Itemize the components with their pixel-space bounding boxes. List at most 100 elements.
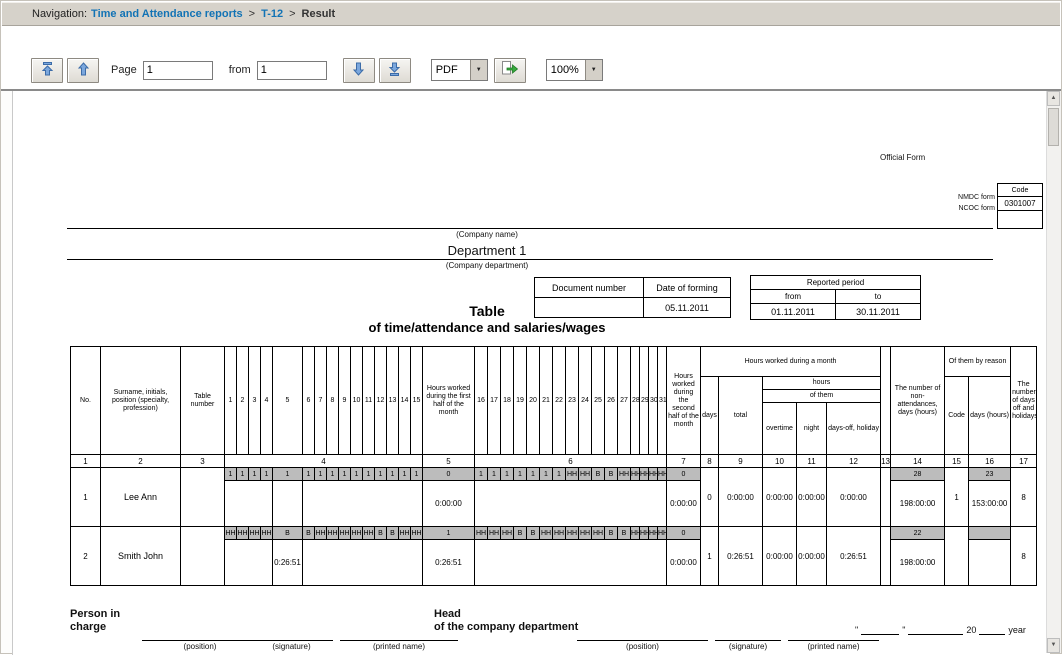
signature-line	[577, 628, 708, 641]
arrow-down-icon	[352, 62, 365, 79]
blank-line	[861, 623, 899, 635]
day-mark: HH	[540, 527, 553, 540]
page-input[interactable]	[143, 61, 213, 80]
day-mark: HH	[399, 527, 411, 540]
nav-label: Navigation:	[32, 8, 87, 20]
nav-link-time-attendance-reports[interactable]: Time and Attendance reports	[91, 8, 243, 20]
header-day: 14	[399, 347, 411, 455]
department-name: Department 1	[67, 243, 907, 258]
reason-code	[945, 527, 969, 586]
day-mark: B	[592, 468, 605, 481]
first-page-button[interactable]	[31, 58, 63, 83]
header-day: 23	[566, 347, 579, 455]
header-night: night	[797, 403, 827, 455]
header-days-off: days-off, holiday	[827, 403, 881, 455]
total-pages-input[interactable]	[257, 61, 327, 80]
header-day: 16	[475, 347, 488, 455]
department-caption: (Company department)	[67, 261, 907, 270]
previous-page-button[interactable]	[67, 58, 99, 83]
scroll-down-button[interactable]: ▼	[1047, 638, 1060, 653]
last-page-button[interactable]	[379, 58, 411, 83]
day-mark: HH	[261, 527, 273, 540]
day-mark: B	[605, 527, 618, 540]
header-code: Code	[945, 377, 969, 455]
table-cell: 12	[827, 455, 881, 468]
arrow-up-bar-icon	[41, 62, 54, 79]
day-mark: B	[618, 527, 631, 540]
month-days-off: 0:00:00	[827, 468, 881, 527]
nav-separator: >	[249, 8, 255, 20]
table-cell: 15	[945, 455, 969, 468]
printed-name-caption: (printed name)	[788, 642, 879, 651]
day-mark: B	[303, 527, 315, 540]
day-values	[225, 481, 273, 527]
signature-line	[715, 628, 781, 641]
code-empty-cell	[998, 211, 1043, 229]
header-day: 6	[303, 347, 315, 455]
period-from-label: from	[751, 290, 836, 304]
day-mark: 1	[375, 468, 387, 481]
report-title-line2: of time/attendance and salaries/wages	[67, 320, 907, 335]
day-mark: 1	[411, 468, 423, 481]
day-mark: 1	[249, 468, 261, 481]
day5-value: 0:26:51	[273, 540, 303, 586]
non-attendance-days: 22	[891, 527, 945, 540]
first-half-time: 0:00:00	[423, 481, 475, 527]
day-mark: HH	[327, 527, 339, 540]
header-day: 27	[618, 347, 631, 455]
next-page-button[interactable]	[343, 58, 375, 83]
second-half-count: 0	[667, 527, 701, 540]
day-values	[225, 540, 273, 586]
table-cell: 1	[71, 455, 101, 468]
table-header-row: No.Surname, initials, position (specialt…	[71, 347, 1037, 377]
date-of-forming-header: Date of forming	[644, 278, 731, 298]
header-hours-second-half: Hours worked during the second half of t…	[667, 347, 701, 455]
page-label: Page	[111, 64, 137, 76]
day5-value	[273, 481, 303, 527]
signature-line	[340, 628, 458, 641]
table-cell: 7	[667, 455, 701, 468]
nmdc-form-label: NMDC form	[955, 194, 995, 201]
reason-days	[969, 527, 1011, 540]
table-cell: 16	[969, 455, 1011, 468]
reason-time: 153:00:00	[969, 481, 1011, 527]
export-format-select[interactable]: PDF ▼	[431, 59, 488, 81]
header-total: total	[719, 377, 763, 455]
header-no: No.	[71, 347, 101, 455]
year-label: year	[1008, 625, 1026, 635]
employee-table-number	[181, 468, 225, 527]
header-day: 24	[579, 347, 592, 455]
first-half-time: 0:26:51	[423, 540, 475, 586]
day-mark: 1	[363, 468, 375, 481]
arrow-down-bar-icon	[388, 62, 401, 79]
blank-line	[908, 623, 963, 635]
nav-link-t12[interactable]: T-12	[261, 8, 283, 20]
header-non-attendance: The number of non-attendances, days (hou…	[891, 347, 945, 455]
day-mark: 1	[273, 468, 303, 481]
day-mark: HH	[579, 527, 592, 540]
second-half-time: 0:00:00	[667, 540, 701, 586]
vertical-scrollbar[interactable]: ▲ ▼	[1046, 91, 1061, 653]
header-month-group: Hours worked during a month	[701, 347, 881, 377]
scrollbar-thumb[interactable]	[1048, 108, 1059, 146]
header-day: 10	[351, 347, 363, 455]
scroll-up-button[interactable]: ▲	[1047, 91, 1060, 106]
day-mark: 1	[399, 468, 411, 481]
day-mark: 1	[540, 468, 553, 481]
days-off-holidays: 8	[1011, 527, 1037, 586]
export-button[interactable]	[494, 58, 526, 83]
day-mark: HH	[566, 527, 579, 540]
day-mark: B	[387, 527, 399, 540]
header-day: 20	[527, 347, 540, 455]
day-mark: HH	[339, 527, 351, 540]
header-day: 22	[553, 347, 566, 455]
from-label: from	[229, 64, 251, 76]
reason-time	[969, 540, 1011, 586]
day-mark: HH	[249, 527, 261, 540]
code-label: Code	[998, 184, 1043, 197]
day-mark: HH	[237, 527, 249, 540]
day-mark: HH	[351, 527, 363, 540]
header-day: 28	[631, 347, 640, 455]
zoom-select[interactable]: 100% ▼	[546, 59, 603, 81]
header-overtime: overtime	[763, 403, 797, 455]
